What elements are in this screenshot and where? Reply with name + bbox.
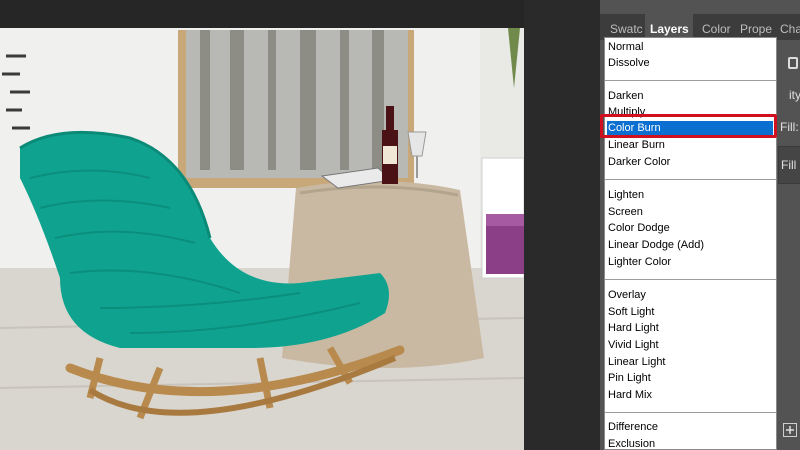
menu-divider: [605, 412, 776, 413]
blend-mode-darker-color[interactable]: Darker Color: [607, 155, 773, 170]
blend-mode-lighten[interactable]: Lighten: [607, 188, 773, 203]
blend-mode-lighter-color[interactable]: Lighter Color: [607, 255, 773, 270]
blend-mode-pin-light[interactable]: Pin Light: [607, 371, 773, 386]
blend-mode-hard-light[interactable]: Hard Light: [607, 321, 773, 336]
blend-mode-screen[interactable]: Screen: [607, 205, 773, 220]
photo-illustration: [0, 28, 524, 450]
menu-divider: [605, 80, 776, 81]
menu-divider: [605, 179, 776, 180]
plus-icon[interactable]: [783, 423, 797, 437]
link-icon[interactable]: [788, 57, 798, 69]
fill-label: Fill:: [780, 120, 799, 134]
blend-mode-linear-burn[interactable]: Linear Burn: [607, 138, 773, 153]
layer-fill-value: Fill 1: [781, 158, 800, 172]
blend-mode-dissolve[interactable]: Dissolve: [607, 56, 773, 71]
canvas-area[interactable]: [0, 0, 600, 450]
blend-mode-soft-light[interactable]: Soft Light: [607, 305, 773, 320]
annotation-highlight: [600, 114, 777, 138]
blend-mode-exclusion[interactable]: Exclusion: [607, 437, 773, 449]
blend-mode-linear-dodge[interactable]: Linear Dodge (Add): [607, 238, 773, 253]
document-photo: [0, 28, 524, 450]
canvas-margin: [524, 0, 600, 450]
blend-mode-normal[interactable]: Normal: [607, 40, 773, 55]
blend-mode-difference[interactable]: Difference: [607, 420, 773, 435]
blend-mode-linear-light[interactable]: Linear Light: [607, 355, 773, 370]
tab-channels[interactable]: Cha: [775, 14, 800, 40]
menu-divider: [605, 279, 776, 280]
blend-mode-hard-mix[interactable]: Hard Mix: [607, 388, 773, 403]
blend-mode-overlay[interactable]: Overlay: [607, 288, 773, 303]
blend-mode-dropdown[interactable]: Normal Dissolve Darken Multiply Color Bu…: [604, 37, 777, 450]
opacity-label: ity:: [789, 88, 800, 102]
blend-mode-color-dodge[interactable]: Color Dodge: [607, 221, 773, 236]
blend-mode-darken[interactable]: Darken: [607, 89, 773, 104]
blend-mode-vivid-light[interactable]: Vivid Light: [607, 338, 773, 353]
